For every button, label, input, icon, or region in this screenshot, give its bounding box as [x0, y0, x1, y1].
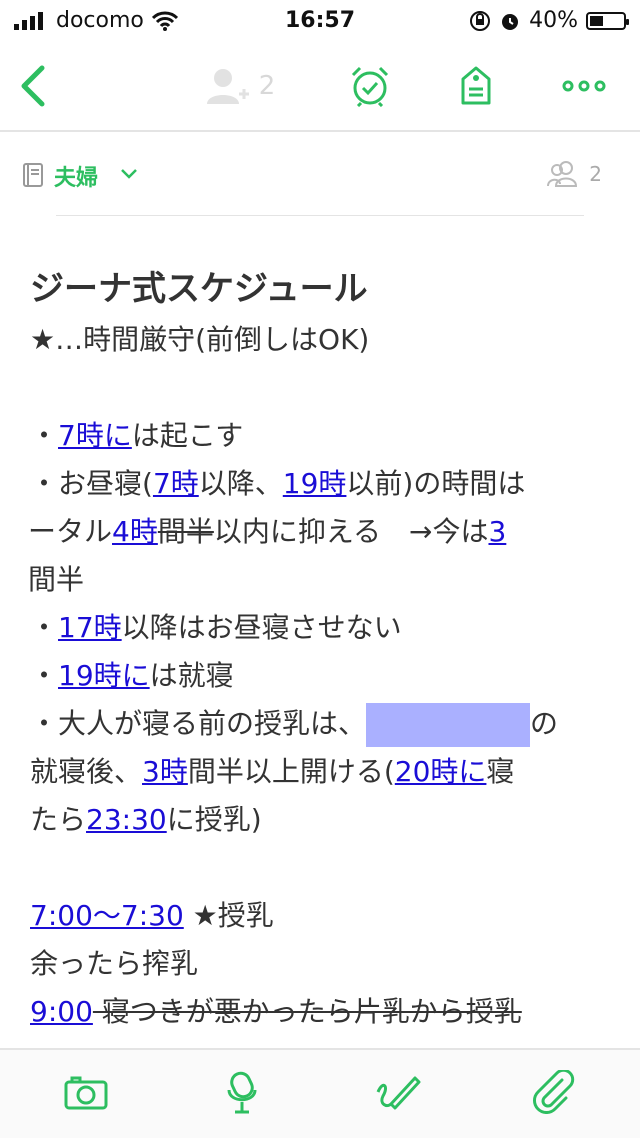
pen-sketch-icon	[376, 1076, 421, 1110]
notebook-selector[interactable]: 夫婦	[22, 156, 152, 192]
text: 就寝後、	[30, 755, 143, 788]
text: ・お昼寝(	[30, 467, 153, 500]
text: 寝	[486, 755, 515, 788]
header-divider	[56, 215, 584, 216]
text: 以降、	[198, 467, 283, 500]
text: 間半以上開ける(	[187, 755, 395, 788]
text: 以前)の時間は	[346, 467, 526, 500]
time-link[interactable]: 17時	[58, 611, 122, 644]
status-bar: docomo 16:57 40%	[0, 0, 640, 40]
chevron-left-icon	[21, 65, 45, 107]
time-link[interactable]: 9:00	[30, 995, 93, 1028]
collaborator-count: 2	[258, 71, 276, 101]
battery-fill	[590, 15, 603, 26]
camera-icon	[64, 1076, 108, 1110]
reminder-button[interactable]	[348, 64, 392, 108]
text: 以内に抑える →今は	[213, 515, 489, 548]
text: ★授乳	[183, 899, 274, 932]
note-item-feeding: ・大人が寝る前の授乳は、 の	[30, 700, 610, 748]
time-link[interactable]: 23:30	[86, 803, 167, 836]
status-right: 40%	[469, 8, 629, 33]
note-item-feeding-cont2: たら23:30に授乳)	[30, 796, 610, 844]
time-link[interactable]: 4時	[112, 515, 158, 548]
text: トータル	[30, 515, 113, 548]
notebook-row: 夫婦 2	[22, 156, 622, 192]
time-link[interactable]: 19時	[283, 467, 347, 500]
battery-percent: 40%	[529, 8, 578, 33]
note-item-feeding-cont: 就寝後、3時間半以上開ける(20時に寝	[30, 748, 610, 796]
orientation-lock-icon	[470, 10, 491, 31]
text: 間半	[30, 563, 85, 596]
notebook-name: 夫婦	[54, 166, 99, 191]
chevron-down-icon	[121, 169, 137, 179]
note-line-rule: ★…時間厳守(前倒しはOK)	[30, 323, 370, 356]
strikethrough-text: 寝つきが悪かったら片乳から授乳	[92, 995, 522, 1028]
audio-record-button[interactable]	[218, 1068, 266, 1116]
add-person-icon	[206, 69, 249, 104]
alarm-clock-icon	[351, 66, 389, 107]
note-item-wake: ・7時には起こす	[30, 419, 244, 452]
text: の	[530, 707, 559, 740]
schedule-entry-0700: 7:00〜7:30 ★授乳	[30, 892, 610, 940]
bottom-toolbar	[0, 1048, 640, 1138]
time-link[interactable]: 3	[488, 515, 506, 548]
note-item-nap: ・お昼寝(7時以降、19時以前)の時間は	[30, 460, 610, 508]
shared-users-button[interactable]: 2	[542, 156, 622, 192]
note-item-nap-cont: 時間半	[30, 556, 610, 604]
time-link[interactable]: 7:00〜7:30	[30, 899, 184, 932]
shared-count: 2	[589, 162, 602, 186]
text: に授乳)	[166, 803, 262, 836]
add-collaborator-button[interactable]: 2	[198, 64, 282, 108]
strikethrough-text: 間半	[157, 515, 214, 548]
note-toolbar: 2	[0, 44, 640, 128]
alarm-status-icon	[502, 13, 519, 30]
toolbar-divider	[0, 130, 640, 132]
sketch-button[interactable]	[374, 1068, 422, 1116]
note-item-bedtime: ・19時には就寝	[30, 659, 234, 692]
more-dots-icon	[562, 80, 606, 92]
camera-button[interactable]	[62, 1068, 110, 1116]
attach-button[interactable]	[530, 1068, 578, 1116]
people-icon	[547, 161, 578, 187]
tag-icon	[461, 66, 491, 105]
text: 以降はお昼寝させない	[121, 611, 402, 644]
more-options-button[interactable]	[560, 64, 608, 108]
battery-icon	[586, 11, 629, 30]
time-link[interactable]: 19時に	[58, 659, 150, 692]
back-button[interactable]	[14, 64, 50, 108]
text: ・大人が寝る前の授乳は、	[30, 707, 367, 740]
note-item-no-nap: ・17時以降はお昼寝させない	[30, 611, 402, 644]
schedule-entry-pump: 余ったら搾乳	[30, 947, 199, 980]
time-link[interactable]: 20時に	[395, 755, 487, 788]
microphone-icon	[227, 1071, 257, 1114]
time-link[interactable]: 3時	[142, 755, 188, 788]
note-title[interactable]: ジーナ式スケジュール	[30, 262, 610, 316]
time-link[interactable]: 7時に	[58, 419, 132, 452]
redacted-text	[366, 703, 531, 747]
schedule-entry-0900: 9:00 寝つきが悪かったら片乳から授乳	[30, 988, 610, 1036]
text: たら	[30, 803, 87, 836]
tag-button[interactable]	[456, 64, 496, 108]
paperclip-icon	[533, 1070, 575, 1114]
text: は起こす	[131, 419, 244, 452]
time-link[interactable]: 7時	[153, 467, 199, 500]
note-item-nap-total: トータル4時間半以内に抑える →今は3	[30, 508, 610, 556]
text: は就寝	[149, 659, 234, 692]
note-body[interactable]: ジーナ式スケジュール ★…時間厳守(前倒しはOK) ・7時には起こす ・お昼寝(…	[30, 262, 610, 1042]
